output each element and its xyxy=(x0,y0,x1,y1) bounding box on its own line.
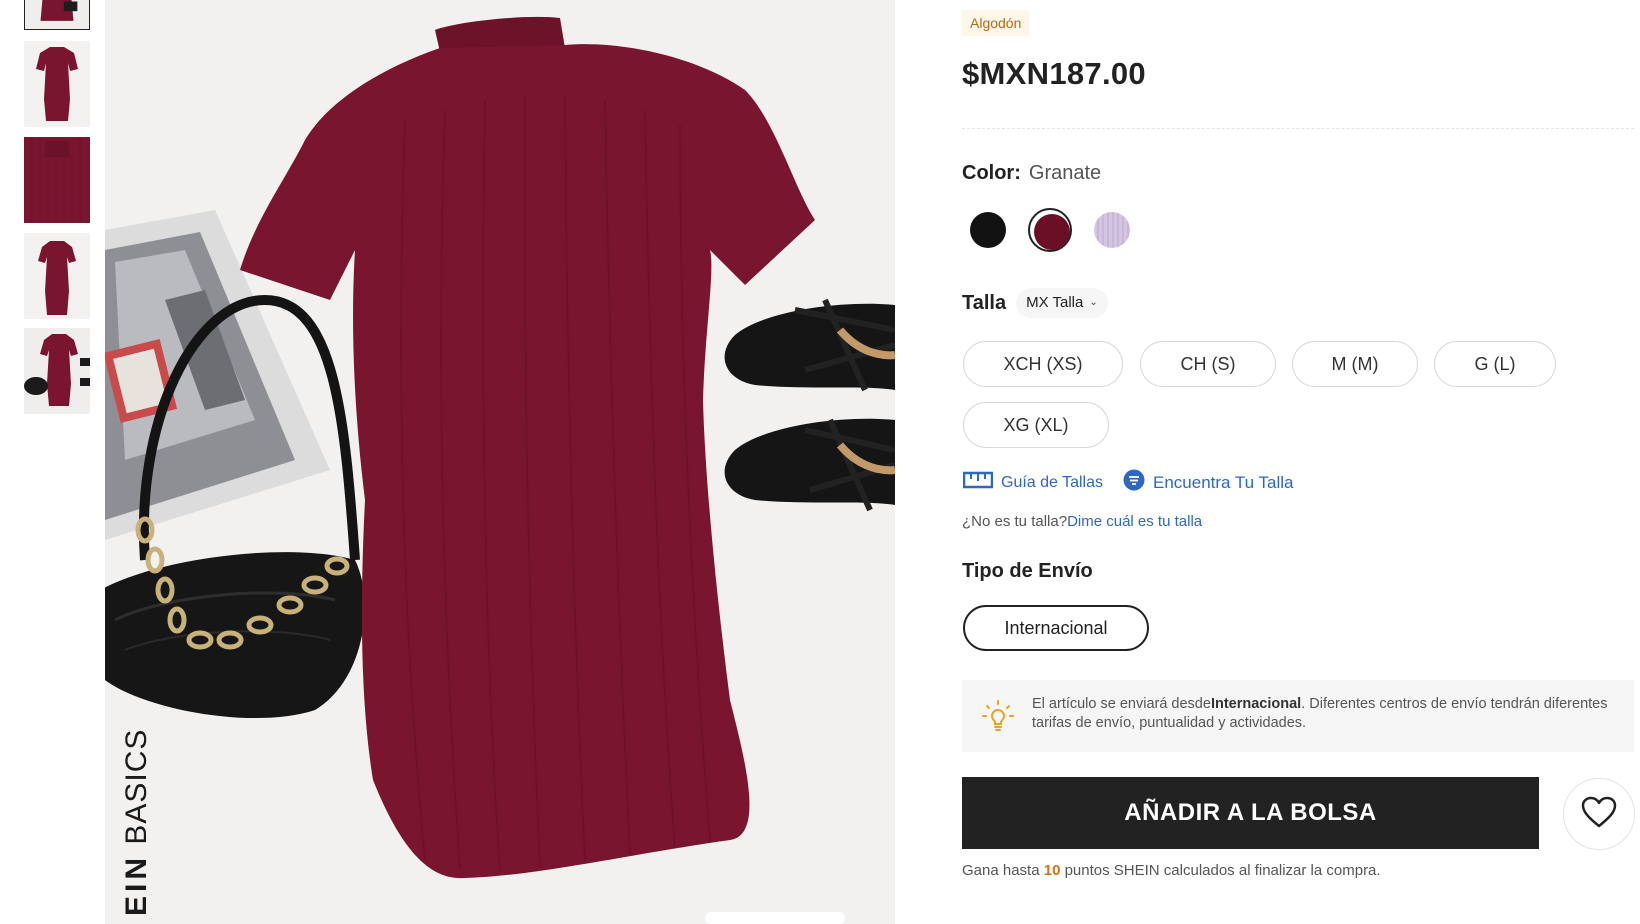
size-label: Talla xyxy=(962,291,1007,314)
not-your-size: ¿No es tu talla?Dime cuál es tu talla xyxy=(962,513,1202,530)
swatch-dot xyxy=(970,212,1006,248)
watermark-bold: EIN xyxy=(120,853,153,916)
product-price: $MXN187.00 xyxy=(962,56,1146,91)
thumbnail-4[interactable] xyxy=(24,233,90,319)
thumbnail-2[interactable] xyxy=(24,41,90,127)
points-suffix: puntos SHEIN calculados al finalizar la … xyxy=(1060,862,1381,879)
watermark-light: BASICS xyxy=(120,728,153,845)
color-selector-header: Color: Granate xyxy=(962,162,1101,185)
brand-watermark: EIN BASICS xyxy=(120,726,160,916)
shipping-option-international[interactable]: Internacional xyxy=(963,605,1149,651)
points-prefix: Gana hasta xyxy=(962,862,1044,879)
size-option-s[interactable]: CH (S) xyxy=(1140,341,1276,387)
divider xyxy=(962,128,1634,129)
material-badge: Algodón xyxy=(962,10,1030,36)
size-guide-label: Guía de Tallas xyxy=(1001,473,1103,491)
lightbulb-icon xyxy=(982,700,1014,737)
color-swatch-burgundy[interactable] xyxy=(1028,208,1072,252)
ruler-icon xyxy=(962,470,994,495)
selected-color-name: Granate xyxy=(1028,162,1102,184)
find-size-icon xyxy=(1123,469,1145,496)
size-unit-value: MX Talla xyxy=(1026,294,1084,311)
swatch-dot xyxy=(1034,214,1070,250)
size-unit-dropdown[interactable]: MX Talla ⌄ xyxy=(1016,288,1108,318)
size-option-m[interactable]: M (M) xyxy=(1292,341,1418,387)
color-label: Color: xyxy=(962,162,1021,184)
swatch-dot xyxy=(1094,212,1130,248)
size-selector-header: Talla MX Talla ⌄ xyxy=(962,288,1108,318)
find-size-link[interactable]: Encuentra Tu Talla xyxy=(1123,469,1294,496)
notice-origin: Internacional xyxy=(1210,696,1302,712)
size-option-l[interactable]: G (L) xyxy=(1434,341,1556,387)
add-to-bag-button[interactable]: AÑADIR A LA BOLSA xyxy=(962,777,1539,849)
size-option-xs[interactable]: XCH (XS) xyxy=(963,341,1123,387)
points-info: Gana hasta 10 puntos SHEIN calculados al… xyxy=(962,862,1381,879)
tell-your-size-link[interactable]: Dime cuál es tu talla xyxy=(1067,513,1202,530)
size-guide-link[interactable]: Guía de Tallas xyxy=(962,470,1103,495)
thumbnail-3[interactable] xyxy=(24,137,90,223)
thumbnail-5[interactable] xyxy=(24,328,90,414)
shipping-notice-text: El artículo se enviará desdeInternaciona… xyxy=(1032,695,1622,733)
points-value: 10 xyxy=(1043,862,1061,879)
thumbnail-1[interactable] xyxy=(24,0,90,30)
wishlist-button[interactable] xyxy=(1563,778,1635,850)
color-swatch-lilac[interactable] xyxy=(1090,208,1134,252)
shipping-notice: El artículo se enviará desdeInternaciona… xyxy=(962,680,1634,752)
notice-prefix: El artículo se enviará desde xyxy=(1032,696,1211,712)
find-size-label: Encuentra Tu Talla xyxy=(1153,472,1294,492)
chevron-down-icon: ⌄ xyxy=(1089,297,1098,308)
main-product-image[interactable] xyxy=(105,0,895,924)
color-swatch-black[interactable] xyxy=(966,208,1010,252)
heart-icon xyxy=(1581,796,1617,833)
shipping-type-title: Tipo de Envío xyxy=(962,560,1093,582)
size-option-xl[interactable]: XG (XL) xyxy=(963,402,1109,448)
not-your-size-text: ¿No es tu talla? xyxy=(962,513,1068,530)
